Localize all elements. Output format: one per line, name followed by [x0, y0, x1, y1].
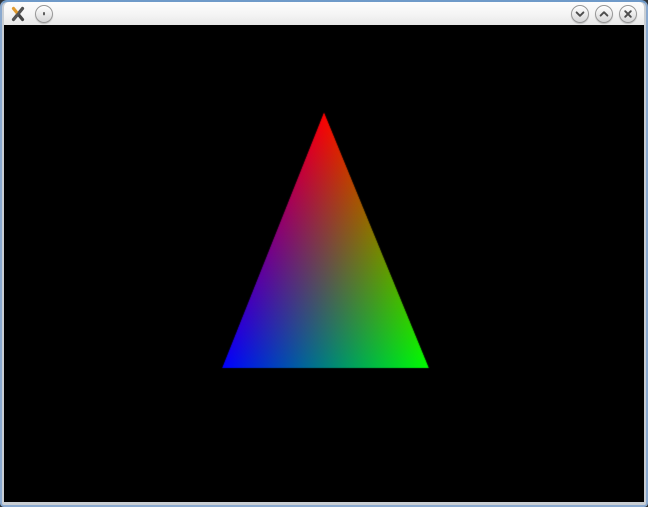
close-button[interactable]	[619, 5, 637, 23]
pin-dot-icon	[36, 6, 52, 22]
window-controls	[571, 5, 637, 23]
gl-canvas	[4, 25, 644, 502]
maximize-button[interactable]	[595, 5, 613, 23]
application-window	[0, 0, 648, 507]
titlebar[interactable]	[4, 2, 644, 25]
x-application-icon[interactable]	[10, 6, 26, 22]
chevron-down-icon	[572, 6, 588, 22]
x-icon	[620, 6, 636, 22]
gl-viewport	[4, 25, 644, 502]
minimize-button[interactable]	[571, 5, 589, 23]
on-all-desktops-button[interactable]	[35, 5, 53, 23]
chevron-up-icon	[596, 6, 612, 22]
